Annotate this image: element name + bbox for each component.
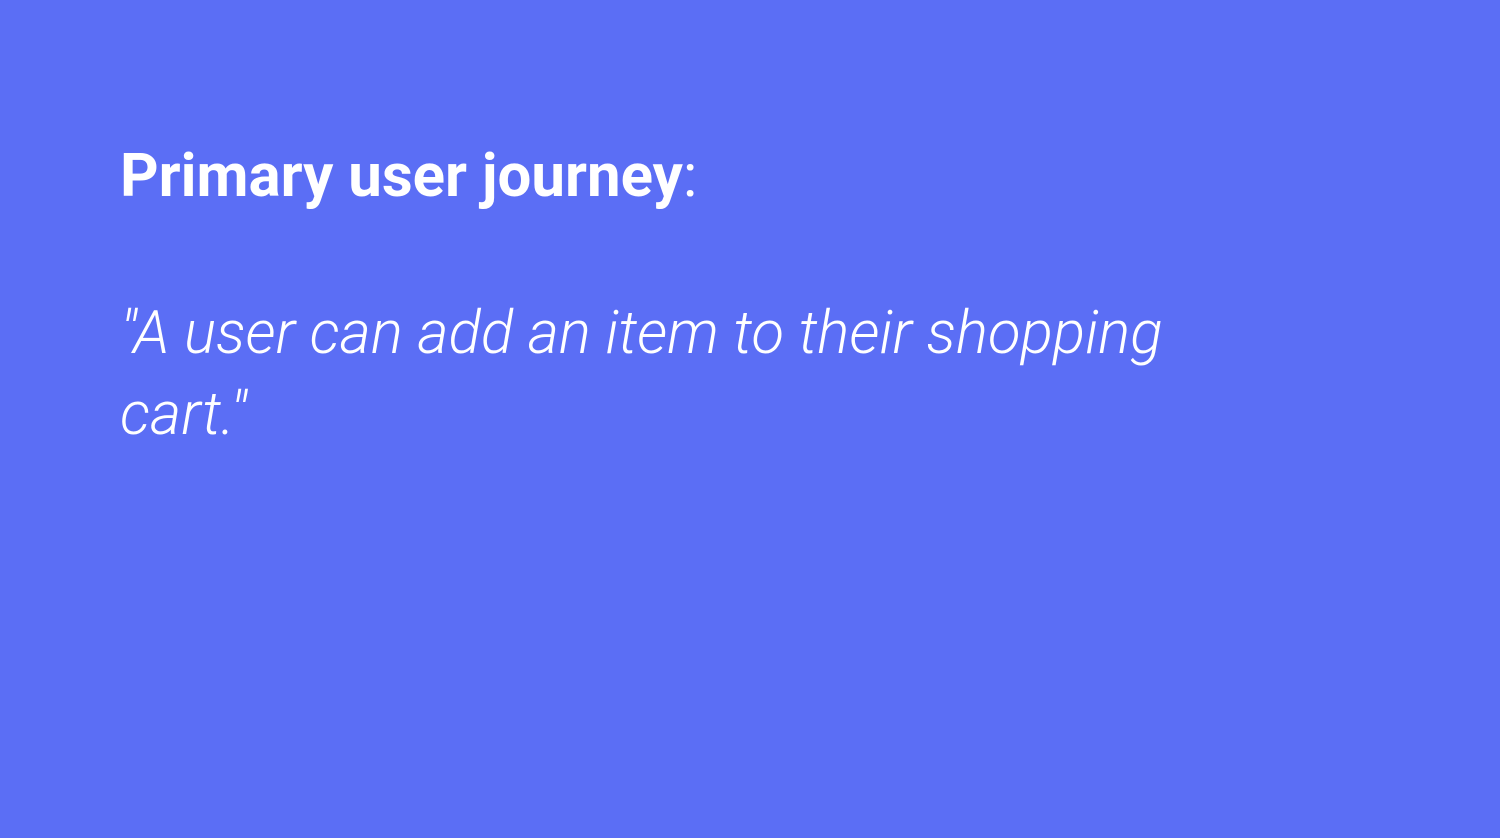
slide-quote: "A user can add an item to their shoppin… [120,292,1220,454]
heading-suffix: : [683,140,698,211]
heading-label: Primary user journey [120,140,683,211]
slide-container: Primary user journey: "A user can add an… [0,0,1500,838]
slide-heading: Primary user journey: [120,140,1380,212]
